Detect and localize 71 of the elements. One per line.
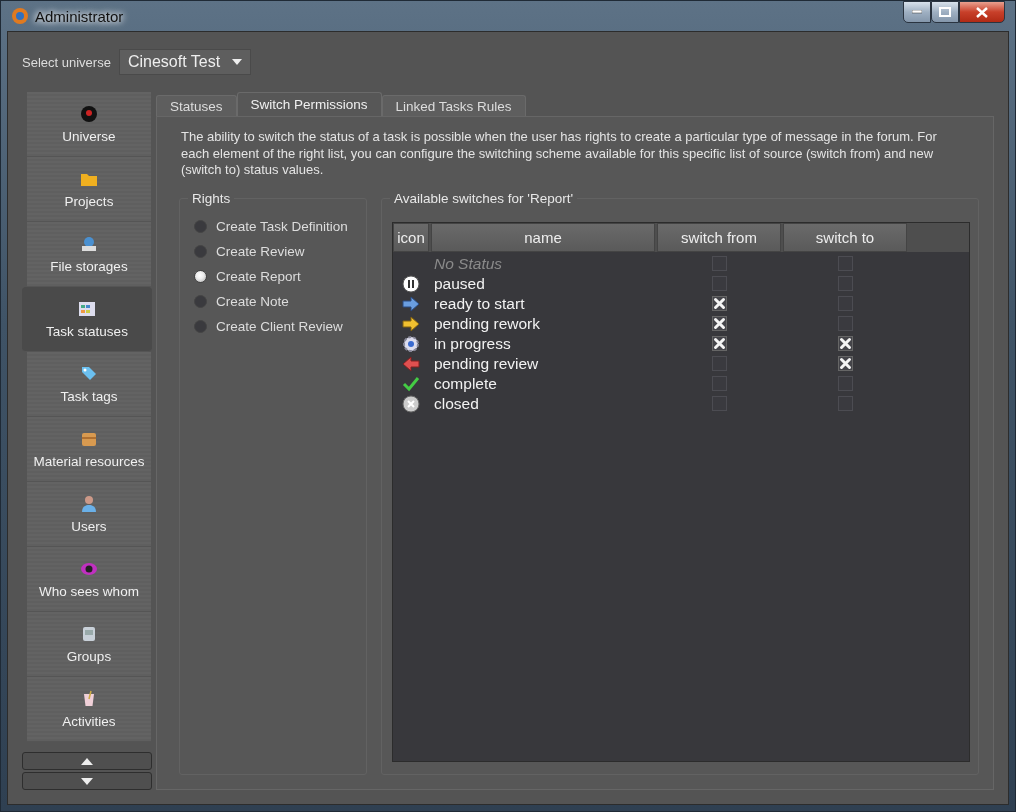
tab[interactable]: Statuses (156, 95, 237, 116)
caret-icon (232, 59, 243, 65)
column-header[interactable]: switch to (783, 222, 907, 252)
drive-icon (80, 234, 98, 253)
universe-dropdown[interactable]: Cinesoft Test (118, 49, 252, 75)
sidebar-item[interactable]: Material resources (27, 417, 151, 482)
tab[interactable]: Switch Permissions (236, 92, 382, 116)
tag-icon (80, 364, 98, 383)
column-header[interactable]: switch from (657, 222, 781, 252)
minimize-button[interactable] (903, 1, 931, 23)
ball-icon (80, 104, 98, 123)
sidebar-item[interactable]: Activities (27, 677, 151, 742)
arrow-left-icon (402, 354, 420, 373)
window-title: Administrator (35, 7, 124, 25)
tab[interactable]: Linked Tasks Rules (381, 95, 526, 116)
status-name: pending review (433, 354, 540, 373)
scroll-down-button[interactable] (22, 772, 152, 790)
app-logo-icon (11, 7, 29, 25)
minimize-icon (912, 10, 922, 14)
switches-title: Available switches for 'Report' (393, 190, 574, 206)
checkbox[interactable] (711, 316, 727, 331)
column-header[interactable]: icon (393, 222, 429, 252)
select-universe-label: Select universe (22, 54, 111, 70)
status-name: paused (433, 274, 486, 293)
radio-button[interactable] (194, 244, 207, 258)
status-name: No Status (433, 254, 504, 273)
book-icon (80, 624, 98, 643)
sidebar-item[interactable]: Task tags (27, 352, 151, 417)
description-text: The ability to switch the status of a task is possible when the user has rights to create a particular type of message in the forum. For each element of the right list, you can configure the switching scheme available for this specific list of source (switch from) and new (switch to) status values. (181, 129, 938, 179)
close-button[interactable] (959, 1, 1005, 23)
gear-icon (402, 334, 420, 353)
radio-button[interactable] (194, 219, 207, 233)
radio-option[interactable]: Create Client Review (190, 313, 358, 339)
status-name: pending rework (433, 314, 541, 333)
rights-title: Rights (191, 190, 232, 206)
radio-button[interactable] (194, 269, 207, 283)
radio-option[interactable]: Create Note (190, 288, 358, 314)
maximize-icon (939, 7, 951, 17)
status-name: closed (433, 394, 480, 413)
sidebar-item[interactable]: Who sees whom (27, 547, 151, 612)
column-header[interactable]: name (431, 222, 655, 252)
checkbox[interactable] (837, 336, 853, 351)
arrow-right-icon (402, 314, 420, 333)
sidebar-item[interactable]: Groups (27, 612, 151, 677)
sidebar-item[interactable]: Users (27, 482, 151, 547)
radio-option[interactable]: Create Review (190, 238, 358, 264)
checkbox[interactable] (837, 356, 853, 371)
radio-option[interactable]: Create Report (190, 263, 358, 289)
down-triangle-icon (81, 777, 93, 785)
radio-option[interactable]: Create Task Definition (190, 213, 358, 239)
sidebar-item[interactable]: Task statuses (22, 287, 152, 352)
user-icon (80, 494, 98, 513)
close-icon (976, 6, 988, 18)
radio-button[interactable] (194, 319, 207, 333)
sidebar-item[interactable]: Projects (27, 157, 151, 222)
pause-icon (402, 274, 420, 293)
arrow-right-icon (402, 294, 420, 313)
checkbox[interactable] (711, 336, 727, 351)
up-triangle-icon (81, 757, 93, 765)
maximize-button[interactable] (931, 1, 959, 23)
status-name: in progress (433, 334, 512, 353)
radio-button[interactable] (194, 294, 207, 308)
check-icon (402, 374, 420, 393)
grid-icon (78, 299, 96, 318)
scroll-up-button[interactable] (22, 752, 152, 770)
status-name: complete (433, 374, 498, 393)
checkbox[interactable] (711, 296, 727, 311)
sidebar-item[interactable]: File storages (27, 222, 151, 287)
status-name: ready to start (433, 294, 526, 313)
close-circle-icon (402, 394, 420, 413)
sidebar-item[interactable]: Universe (27, 92, 151, 157)
